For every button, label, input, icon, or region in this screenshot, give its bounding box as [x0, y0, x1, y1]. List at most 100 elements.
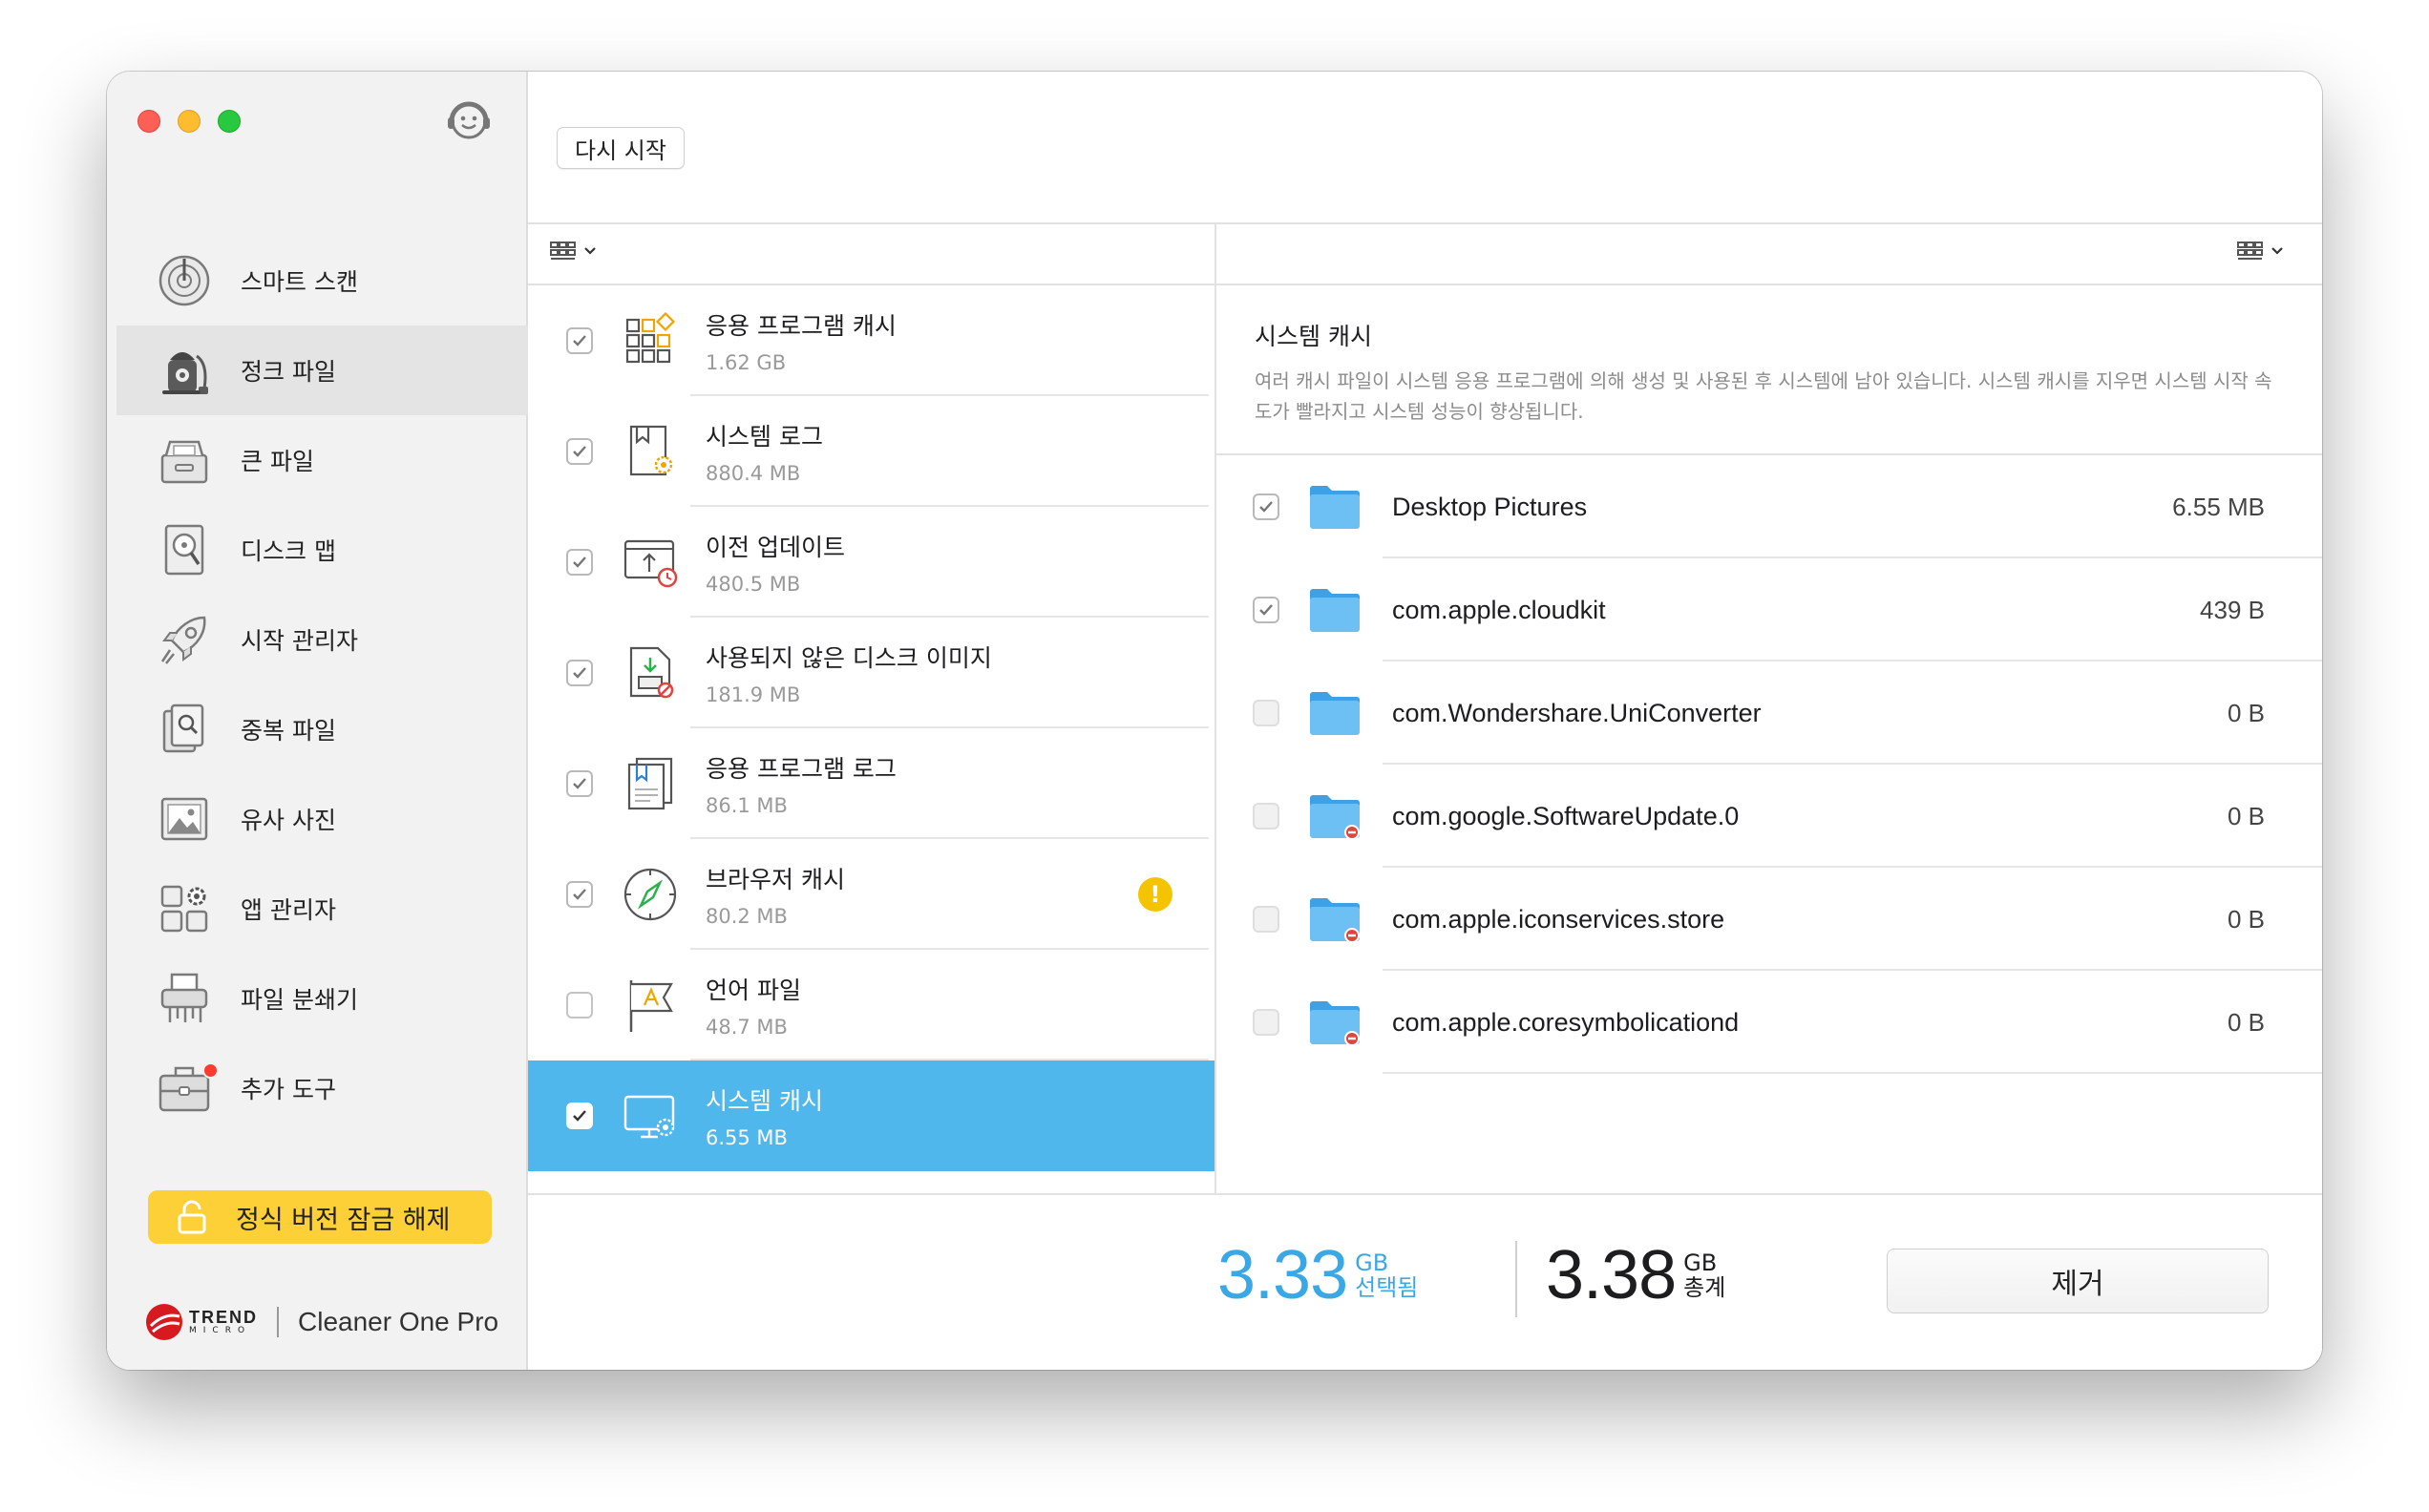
checkbox[interactable]	[566, 660, 593, 686]
checkbox[interactable]	[1253, 906, 1279, 933]
category-list: 응용 프로그램 캐시 1.62 GB 시스템 로그 880.4 MB 이전 업데…	[528, 285, 1214, 1171]
file-name: Desktop Pictures	[1392, 492, 1588, 521]
category-name: 응용 프로그램 캐시	[706, 312, 897, 340]
table-row[interactable]: Desktop Pictures 6.55 MB	[1216, 455, 2322, 558]
sidebar-item-duplicate-files[interactable]: 중복 파일	[116, 684, 528, 774]
selected-size-value: 3.33	[1217, 1237, 1348, 1313]
sidebar-item-more-tools[interactable]: 추가 도구	[116, 1043, 528, 1133]
file-size: 6.55 MB	[2172, 492, 2265, 521]
app-window: 스마트 스캔 정크 파일 큰 파일 디스크 맵 시작 관리자 중복 파일 유사 …	[107, 72, 2322, 1370]
sidebar-item-app-manager[interactable]: 앱 관리자	[116, 864, 528, 954]
sidebar-item-smart-scan[interactable]: 스마트 스캔	[116, 236, 528, 326]
trend-micro-wordmark: TREND MICRO	[183, 1309, 258, 1335]
file-size: 0 B	[2227, 698, 2265, 727]
category-name: 사용되지 않은 디스크 이미지	[706, 644, 992, 672]
zoom-window-button[interactable]	[218, 110, 241, 133]
chevron-down-icon	[584, 247, 596, 255]
list-item[interactable]: 응용 프로그램 캐시 1.62 GB	[528, 285, 1214, 396]
category-name: 시스템 로그	[706, 423, 823, 451]
system-cache-icon	[623, 1095, 675, 1139]
detail-description: 여러 캐시 파일이 시스템 응용 프로그램에 의해 생성 및 사용된 후 시스템…	[1255, 369, 2272, 423]
sidebar-item-similar-photos[interactable]: 유사 사진	[116, 774, 528, 864]
file-name: com.apple.coresymbolicationd	[1392, 1007, 1740, 1037]
locked-folder-icon	[1310, 898, 1360, 943]
category-size: 181.9 MB	[706, 683, 801, 706]
folder-icon	[1310, 486, 1360, 529]
checkbox[interactable]	[1253, 803, 1279, 830]
sidebar-item-junk-files[interactable]: 정크 파일	[116, 326, 528, 415]
toolbar: 다시 시작	[528, 72, 2322, 224]
checkbox[interactable]	[566, 438, 593, 465]
remove-button[interactable]: 제거	[1887, 1249, 2269, 1313]
junk-files-icon	[162, 352, 208, 394]
detail-header: 시스템 캐시 여러 캐시 파일이 시스템 응용 프로그램에 의해 생성 및 사용…	[1216, 285, 2322, 455]
close-window-button[interactable]	[137, 110, 160, 133]
checkmark-icon	[573, 1110, 586, 1122]
list-item-selected[interactable]: 시스템 캐시 6.55 MB	[528, 1060, 1214, 1171]
file-size: 439 B	[2200, 595, 2265, 624]
sidebar-item-startup-manager[interactable]: 시작 관리자	[116, 595, 528, 684]
window-controls	[137, 110, 241, 133]
list-item[interactable]: 응용 프로그램 로그 86.1 MB	[528, 728, 1214, 839]
list-item[interactable]: 언어 파일 48.7 MB	[528, 950, 1214, 1060]
support-agent-icon[interactable]	[443, 94, 495, 146]
category-size: 480.5 MB	[706, 573, 801, 596]
list-item[interactable]: 시스템 로그 880.4 MB	[528, 396, 1214, 507]
checkbox[interactable]	[566, 1102, 593, 1129]
table-row[interactable]: com.google.SoftwareUpdate.0 0 B	[1216, 765, 2322, 868]
category-size: 80.2 MB	[706, 905, 788, 928]
restart-button[interactable]: 다시 시작	[557, 127, 685, 169]
checkmark-icon	[573, 335, 586, 346]
sidebar-nav: 스마트 스캔 정크 파일 큰 파일 디스크 맵 시작 관리자 중복 파일 유사 …	[116, 236, 528, 1133]
category-size: 48.7 MB	[706, 1016, 788, 1039]
disk-map-icon	[164, 524, 204, 576]
total-size-value: 3.38	[1546, 1237, 1677, 1313]
checkbox[interactable]	[1253, 700, 1279, 726]
app-cache-icon	[625, 312, 676, 364]
sidebar-item-disk-map[interactable]: 디스크 맵	[116, 505, 528, 595]
list-item[interactable]: 사용되지 않은 디스크 이미지 181.9 MB	[528, 618, 1214, 728]
summary-bar: 3.33 GB 선택됨 3.38 GB 총계 제거	[528, 1193, 2322, 1370]
selected-size-stat: 3.33 GB 선택됨	[1217, 1241, 1418, 1310]
table-row[interactable]: com.apple.iconservices.store 0 B	[1216, 868, 2322, 971]
old-updates-icon	[623, 539, 678, 588]
file-size: 0 B	[2227, 904, 2265, 934]
locked-folder-icon	[1310, 795, 1360, 840]
startup-manager-icon	[160, 616, 206, 664]
sidebar-item-large-files[interactable]: 큰 파일	[116, 415, 528, 505]
file-shredder-icon	[160, 973, 208, 1022]
category-name: 이전 업데이트	[706, 534, 845, 561]
folder-icon	[1310, 692, 1360, 735]
checkbox[interactable]	[566, 327, 593, 354]
category-size: 1.62 GB	[706, 351, 787, 374]
large-files-icon	[160, 440, 208, 484]
checkbox[interactable]	[566, 992, 593, 1018]
table-row[interactable]: com.apple.cloudkit 439 B	[1216, 558, 2322, 662]
checkbox[interactable]	[566, 881, 593, 908]
unlock-full-version-button[interactable]: 정식 버전 잠금 해제	[148, 1190, 492, 1244]
notification-badge	[202, 1062, 219, 1079]
checkbox[interactable]	[1253, 1009, 1279, 1036]
minimize-window-button[interactable]	[178, 110, 201, 133]
checkbox[interactable]	[1253, 494, 1279, 520]
checkbox[interactable]	[566, 770, 593, 797]
unlock-icon	[178, 1200, 206, 1234]
sidebar-item-label: 디스크 맵	[241, 537, 336, 565]
warning-icon[interactable]: !	[1138, 877, 1172, 912]
table-row[interactable]: com.Wondershare.UniConverter 0 B	[1216, 662, 2322, 765]
category-pane-header	[528, 224, 1214, 285]
list-item[interactable]: 브라우저 캐시 80.2 MB !	[528, 839, 1214, 950]
sidebar-item-file-shredder[interactable]: 파일 분쇄기	[116, 954, 528, 1043]
category-name: 브라우저 캐시	[706, 866, 845, 893]
detail-title: 시스템 캐시	[1255, 323, 1372, 350]
checkbox[interactable]	[566, 549, 593, 576]
checkbox[interactable]	[1253, 597, 1279, 623]
list-item[interactable]: 이전 업데이트 480.5 MB	[528, 507, 1214, 618]
table-row[interactable]: com.apple.coresymbolicationd 0 B	[1216, 971, 2322, 1074]
file-name: com.Wondershare.UniConverter	[1392, 698, 1762, 727]
total-size-unit-group: GB 총계	[1683, 1250, 1725, 1300]
view-options-button[interactable]	[549, 240, 597, 262]
grid-view-icon	[2237, 242, 2263, 260]
sidebar-item-label: 중복 파일	[241, 717, 336, 745]
sort-options-button[interactable]	[2236, 240, 2284, 262]
